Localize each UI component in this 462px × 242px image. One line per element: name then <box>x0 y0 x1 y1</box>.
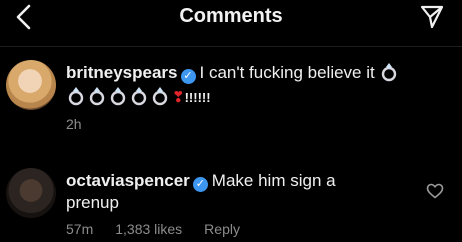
comment-trailing: !!!!!! <box>184 90 211 105</box>
ring-emoji-icon <box>89 87 105 106</box>
page-title: Comments <box>179 5 283 27</box>
verified-badge-icon: ✓ <box>192 177 208 192</box>
comment-meta: 2h <box>66 116 104 132</box>
comment-time: 2h <box>66 116 82 132</box>
like-count[interactable]: 1,383 likes <box>115 221 182 237</box>
comments-header: Comments <box>0 0 462 36</box>
direct-send-icon[interactable] <box>420 4 444 30</box>
verified-badge-icon: ✓ <box>180 69 196 84</box>
ring-emoji-icon <box>152 87 168 106</box>
comment-text: Make him sign a <box>211 171 336 190</box>
ring-emoji-icon <box>110 87 126 106</box>
exclamation-heart-icon: ❣ <box>172 89 185 106</box>
ring-emoji-icon <box>131 87 147 106</box>
like-heart-icon[interactable] <box>426 183 444 199</box>
comment-time: 57m <box>66 221 94 237</box>
ring-emoji-icon <box>68 87 84 106</box>
avatar[interactable] <box>6 168 56 218</box>
avatar[interactable] <box>6 60 56 110</box>
comment-line: octaviaspencer ✓ Make him sign a <box>66 170 336 192</box>
comment-line: britneyspears ✓ I can't fucking believe it <box>66 62 400 84</box>
comment-username[interactable]: octaviaspencer <box>66 171 190 190</box>
reply-button[interactable]: Reply <box>204 221 240 237</box>
ring-emoji-icon <box>382 63 397 82</box>
comment-line-2: ❣!!!!!! <box>66 86 211 109</box>
comment-meta: 57m 1,383 likes Reply <box>66 221 262 237</box>
comment-username[interactable]: britneyspears <box>66 63 178 82</box>
comment-text: I can't fucking believe it <box>199 63 375 82</box>
header-divider <box>0 46 462 47</box>
comment-text-line-2: prenup <box>66 193 119 212</box>
